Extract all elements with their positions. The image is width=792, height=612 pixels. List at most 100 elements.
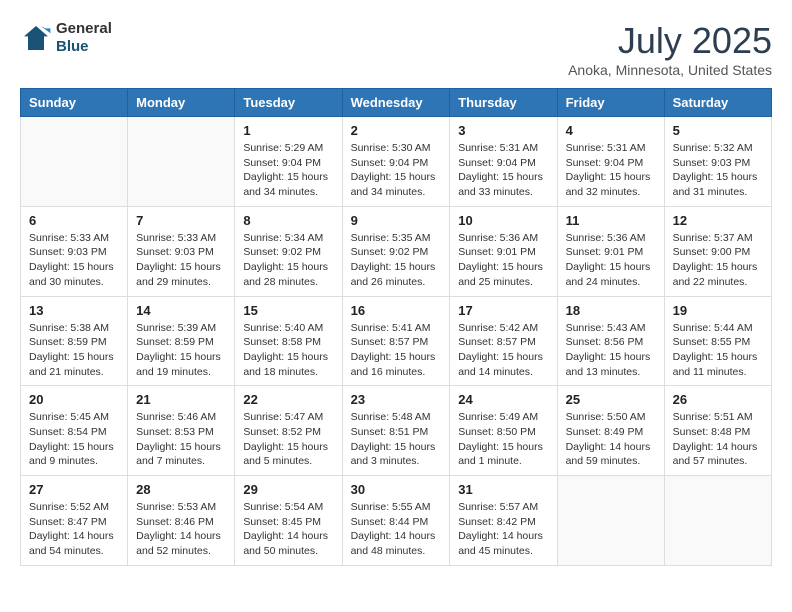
day-number: 2 — [351, 123, 442, 138]
day-info: Sunrise: 5:54 AMSunset: 8:45 PMDaylight:… — [243, 500, 333, 559]
day-info: Sunrise: 5:49 AMSunset: 8:50 PMDaylight:… — [458, 410, 548, 469]
table-row: 19 Sunrise: 5:44 AMSunset: 8:55 PMDayligh… — [664, 296, 771, 386]
table-row: 24 Sunrise: 5:49 AMSunset: 8:50 PMDayligh… — [450, 386, 557, 476]
table-row — [128, 117, 235, 207]
table-row: 1 Sunrise: 5:29 AMSunset: 9:04 PMDaylight… — [235, 117, 342, 207]
day-number: 20 — [29, 392, 119, 407]
table-row — [21, 117, 128, 207]
title-area: July 2025 Anoka, Minnesota, United State… — [568, 20, 772, 78]
day-number: 31 — [458, 482, 548, 497]
day-info: Sunrise: 5:47 AMSunset: 8:52 PMDaylight:… — [243, 410, 333, 469]
day-number: 11 — [566, 213, 656, 228]
table-row: 9 Sunrise: 5:35 AMSunset: 9:02 PMDaylight… — [342, 206, 450, 296]
table-row: 3Sunrise: 5:31 AMSunset: 9:04 PMDaylight… — [450, 117, 557, 207]
day-info: Sunrise: 5:40 AMSunset: 8:58 PMDaylight:… — [243, 321, 333, 380]
month-title: July 2025 — [568, 20, 772, 62]
header: General Blue July 2025 Anoka, Minnesota,… — [20, 20, 772, 78]
day-number: 22 — [243, 392, 333, 407]
day-info: Sunrise: 5:35 AMSunset: 9:02 PMDaylight:… — [351, 231, 442, 290]
table-row: 8 Sunrise: 5:34 AMSunset: 9:02 PMDaylight… — [235, 206, 342, 296]
table-row: 15 Sunrise: 5:40 AMSunset: 8:58 PMDayligh… — [235, 296, 342, 386]
day-info: Sunrise: 5:51 AMSunset: 8:48 PMDaylight:… — [673, 410, 763, 469]
table-row: 21Sunrise: 5:46 AMSunset: 8:53 PMDayligh… — [128, 386, 235, 476]
location-subtitle: Anoka, Minnesota, United States — [568, 62, 772, 78]
logo-text: General Blue — [56, 20, 112, 56]
day-info: Sunrise: 5:34 AMSunset: 9:02 PMDaylight:… — [243, 231, 333, 290]
day-info: Sunrise: 5:55 AMSunset: 8:44 PMDaylight:… — [351, 500, 442, 559]
day-info: Sunrise: 5:29 AMSunset: 9:04 PMDaylight:… — [243, 141, 333, 200]
day-number: 8 — [243, 213, 333, 228]
day-info: Sunrise: 5:36 AMSunset: 9:01 PMDaylight:… — [566, 231, 656, 290]
day-number: 12 — [673, 213, 763, 228]
calendar-week-row: 13 Sunrise: 5:38 AMSunset: 8:59 PMDayligh… — [21, 296, 772, 386]
day-number: 24 — [458, 392, 548, 407]
col-sunday: Sunday — [21, 89, 128, 117]
day-info: Sunrise: 5:44 AMSunset: 8:55 PMDaylight:… — [673, 321, 763, 380]
table-row: 25Sunrise: 5:50 AMSunset: 8:49 PMDayligh… — [557, 386, 664, 476]
table-row: 11 Sunrise: 5:36 AMSunset: 9:01 PMDayligh… — [557, 206, 664, 296]
day-info: Sunrise: 5:37 AMSunset: 9:00 PMDaylight:… — [673, 231, 763, 290]
logo: General Blue — [20, 20, 112, 56]
day-info: Sunrise: 5:32 AMSunset: 9:03 PMDaylight:… — [673, 141, 763, 200]
logo-general: General — [56, 20, 112, 37]
day-info: Sunrise: 5:33 AMSunset: 9:03 PMDaylight:… — [136, 231, 226, 290]
day-number: 15 — [243, 303, 333, 318]
day-number: 13 — [29, 303, 119, 318]
day-info: Sunrise: 5:39 AMSunset: 8:59 PMDaylight:… — [136, 321, 226, 380]
table-row: 10 Sunrise: 5:36 AMSunset: 9:01 PMDayligh… — [450, 206, 557, 296]
col-saturday: Saturday — [664, 89, 771, 117]
logo-blue: Blue — [56, 38, 89, 55]
day-info: Sunrise: 5:30 AMSunset: 9:04 PMDaylight:… — [351, 141, 442, 200]
day-number: 3 — [458, 123, 548, 138]
day-number: 5 — [673, 123, 763, 138]
day-number: 18 — [566, 303, 656, 318]
day-info: Sunrise: 5:38 AMSunset: 8:59 PMDaylight:… — [29, 321, 119, 380]
table-row — [557, 476, 664, 566]
table-row: 12 Sunrise: 5:37 AMSunset: 9:00 PMDayligh… — [664, 206, 771, 296]
day-info: Sunrise: 5:42 AMSunset: 8:57 PMDaylight:… — [458, 321, 548, 380]
table-row: 28 Sunrise: 5:53 AMSunset: 8:46 PMDayligh… — [128, 476, 235, 566]
table-row — [664, 476, 771, 566]
table-row: 7Sunrise: 5:33 AMSunset: 9:03 PMDaylight… — [128, 206, 235, 296]
day-number: 30 — [351, 482, 442, 497]
day-info: Sunrise: 5:41 AMSunset: 8:57 PMDaylight:… — [351, 321, 442, 380]
calendar-week-row: 6 Sunrise: 5:33 AMSunset: 9:03 PMDaylight… — [21, 206, 772, 296]
table-row: 16 Sunrise: 5:41 AMSunset: 8:57 PMDayligh… — [342, 296, 450, 386]
table-row: 13 Sunrise: 5:38 AMSunset: 8:59 PMDayligh… — [21, 296, 128, 386]
table-row: 23 Sunrise: 5:48 AMSunset: 8:51 PMDayligh… — [342, 386, 450, 476]
day-number: 10 — [458, 213, 548, 228]
day-info: Sunrise: 5:57 AMSunset: 8:42 PMDaylight:… — [458, 500, 548, 559]
day-number: 17 — [458, 303, 548, 318]
day-info: Sunrise: 5:36 AMSunset: 9:01 PMDaylight:… — [458, 231, 548, 290]
day-number: 28 — [136, 482, 226, 497]
table-row: 17 Sunrise: 5:42 AMSunset: 8:57 PMDayligh… — [450, 296, 557, 386]
calendar-header-row: Sunday Monday Tuesday Wednesday Thursday… — [21, 89, 772, 117]
table-row: 22 Sunrise: 5:47 AMSunset: 8:52 PMDayligh… — [235, 386, 342, 476]
day-number: 23 — [351, 392, 442, 407]
table-row: 4Sunrise: 5:31 AMSunset: 9:04 PMDaylight… — [557, 117, 664, 207]
day-number: 14 — [136, 303, 226, 318]
day-info: Sunrise: 5:48 AMSunset: 8:51 PMDaylight:… — [351, 410, 442, 469]
table-row: 31 Sunrise: 5:57 AMSunset: 8:42 PMDayligh… — [450, 476, 557, 566]
day-number: 16 — [351, 303, 442, 318]
day-info: Sunrise: 5:52 AMSunset: 8:47 PMDaylight:… — [29, 500, 119, 559]
col-tuesday: Tuesday — [235, 89, 342, 117]
table-row: 14 Sunrise: 5:39 AMSunset: 8:59 PMDayligh… — [128, 296, 235, 386]
table-row: 26Sunrise: 5:51 AMSunset: 8:48 PMDayligh… — [664, 386, 771, 476]
col-friday: Friday — [557, 89, 664, 117]
day-number: 9 — [351, 213, 442, 228]
day-info: Sunrise: 5:33 AMSunset: 9:03 PMDaylight:… — [29, 231, 119, 290]
day-number: 1 — [243, 123, 333, 138]
col-thursday: Thursday — [450, 89, 557, 117]
day-number: 6 — [29, 213, 119, 228]
day-info: Sunrise: 5:31 AMSunset: 9:04 PMDaylight:… — [566, 141, 656, 200]
calendar-table: Sunday Monday Tuesday Wednesday Thursday… — [20, 88, 772, 566]
calendar-week-row: 27Sunrise: 5:52 AMSunset: 8:47 PMDayligh… — [21, 476, 772, 566]
day-number: 19 — [673, 303, 763, 318]
day-info: Sunrise: 5:45 AMSunset: 8:54 PMDaylight:… — [29, 410, 119, 469]
calendar-week-row: 20 Sunrise: 5:45 AMSunset: 8:54 PMDayligh… — [21, 386, 772, 476]
table-row: 29Sunrise: 5:54 AMSunset: 8:45 PMDayligh… — [235, 476, 342, 566]
day-info: Sunrise: 5:53 AMSunset: 8:46 PMDaylight:… — [136, 500, 226, 559]
table-row: 20 Sunrise: 5:45 AMSunset: 8:54 PMDayligh… — [21, 386, 128, 476]
day-info: Sunrise: 5:43 AMSunset: 8:56 PMDaylight:… — [566, 321, 656, 380]
